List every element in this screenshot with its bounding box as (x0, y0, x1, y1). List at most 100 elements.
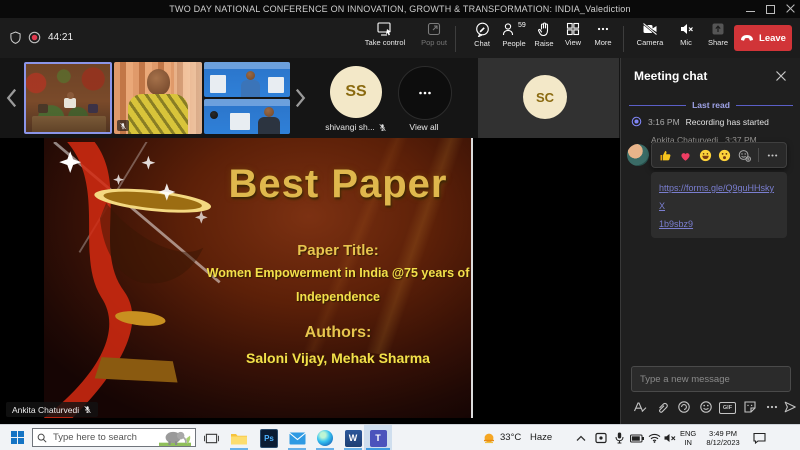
stage-tile-sc[interactable]: SC (478, 58, 619, 138)
message-author-avatar[interactable] (627, 144, 649, 166)
tray-expand-chevron-icon[interactable] (574, 431, 588, 445)
window-titlebar: TWO DAY NATIONAL CONFERENCE ON INNOVATIO… (0, 0, 800, 18)
shared-form-link[interactable]: https://forms.gle/Q9guHHskyX 1b9sbz9 (659, 183, 774, 229)
pop-out-icon (427, 22, 441, 36)
shared-slide: Best Paper Paper Title: Women Empowermen… (44, 138, 473, 418)
mail-icon (289, 432, 306, 445)
mic-off-icon (679, 22, 694, 36)
avatar-initials: SC (536, 90, 554, 105)
window-title: TWO DAY NATIONAL CONFERENCE ON INNOVATIO… (0, 0, 800, 18)
recording-timestamp: 3:16 PM (648, 117, 680, 127)
mic-muted-overlay-icon (117, 120, 129, 131)
meeting-chat-panel: Meeting chat Last read 3:16 PM Recording… (620, 58, 800, 424)
maximize-button[interactable] (764, 4, 778, 14)
share-button[interactable]: Share (698, 22, 738, 56)
add-reaction-icon[interactable] (738, 149, 751, 162)
edge-button[interactable] (316, 429, 334, 447)
meeting-timer: 44:21 (48, 32, 73, 43)
view-grid-icon (566, 22, 580, 36)
paper-title-line1: Women Empowerment in India @75 years of (198, 266, 473, 280)
folder-icon (230, 431, 248, 446)
reaction-hover-bar (651, 142, 787, 168)
video-tile-group-top[interactable] (204, 62, 290, 97)
word-button[interactable]: W (344, 429, 362, 447)
teams-button[interactable]: T (369, 429, 387, 447)
language-indicator[interactable]: ENG IN (680, 429, 696, 447)
avatar-initials: SS (345, 83, 366, 101)
taskbar-search[interactable] (32, 428, 196, 447)
pop-out-button[interactable]: Pop out (414, 22, 454, 56)
mail-button[interactable] (288, 429, 306, 447)
raise-hand-icon (537, 22, 551, 37)
gif-icon[interactable]: GIF (719, 400, 733, 414)
chat-icon (475, 22, 490, 37)
surprised-reaction-icon[interactable] (718, 149, 731, 162)
format-icon[interactable] (633, 400, 647, 414)
close-button[interactable] (784, 4, 798, 14)
video-tile-room[interactable] (24, 62, 112, 134)
weather-widget[interactable] (480, 429, 498, 447)
more-button[interactable]: More (583, 22, 623, 56)
chevron-left-icon[interactable] (4, 86, 18, 110)
people-icon (502, 22, 516, 37)
tray-volume-muted-icon[interactable] (663, 431, 677, 445)
chat-close-icon[interactable] (775, 70, 787, 82)
leave-button[interactable]: Leave (734, 25, 792, 51)
tray-wifi-icon[interactable] (647, 431, 661, 445)
toolbar-divider (623, 26, 624, 52)
paper-title-label: Paper Title: (212, 242, 464, 259)
notification-center-icon[interactable] (752, 431, 766, 445)
take-control-button[interactable]: Take control (358, 22, 412, 56)
ember-particles (44, 138, 46, 140)
teams-meeting-window: { "window": { "title": "TWO DAY NATIONAL… (0, 0, 800, 450)
message-composer (631, 366, 791, 392)
video-tile-speaker[interactable] (114, 62, 202, 134)
composer-more-icon[interactable] (765, 400, 779, 414)
task-view-button[interactable] (202, 429, 220, 447)
photoshop-button[interactable]: Ps (260, 429, 278, 447)
overflow-dots-icon (417, 85, 433, 101)
taskbar-clock[interactable]: 3:49 PM 8/12/2023 (700, 429, 746, 447)
video-strip: SS shivangi sh... View all SC (0, 58, 620, 138)
file-explorer-button[interactable] (230, 429, 248, 447)
participant-avatar-ss[interactable]: SS (330, 66, 382, 118)
participant-avatar-sc: SC (523, 75, 567, 119)
windows-logo-icon (11, 431, 24, 444)
tray-app-window-icon[interactable] (594, 431, 608, 445)
recording-message: Recording has started (686, 117, 769, 127)
weather-temperature[interactable]: 33°C (500, 432, 521, 443)
meeting-toolbar: 44:21 Take control Pop out Chat 59 Peopl… (0, 18, 800, 59)
more-dots-icon (596, 22, 610, 36)
thumbs-up-reaction-icon[interactable] (659, 149, 672, 162)
camera-button[interactable]: Camera (630, 22, 670, 56)
share-icon (711, 22, 725, 36)
authors-names: Saloni Vijay, Mehak Sharma (212, 350, 464, 366)
start-button[interactable] (4, 425, 30, 450)
chevron-right-icon[interactable] (294, 86, 308, 110)
last-read-divider: Last read (629, 100, 793, 110)
minimize-button[interactable] (744, 4, 758, 14)
video-tile-group-bottom[interactable] (204, 99, 290, 134)
weather-condition[interactable]: Haze (530, 432, 552, 443)
loop-component-icon[interactable] (677, 400, 691, 414)
message-more-options-icon[interactable] (766, 149, 779, 162)
heart-reaction-icon[interactable] (679, 149, 692, 162)
chat-panel-title: Meeting chat (634, 69, 707, 83)
sticker-icon[interactable] (743, 400, 757, 414)
tray-mic-icon[interactable] (612, 431, 626, 445)
recording-started-notice: 3:16 PM Recording has started (631, 116, 769, 127)
attach-icon[interactable] (655, 400, 669, 414)
windows-taskbar: Ps W T 33°C Haze (0, 424, 800, 450)
presentation-stage: Best Paper Paper Title: Women Empowermen… (0, 138, 620, 424)
view-all-button[interactable] (398, 66, 452, 120)
search-input[interactable] (51, 431, 155, 444)
message-input[interactable] (631, 366, 791, 392)
chat-message-bubble: https://forms.gle/Q9guHHskyX 1b9sbz9 (651, 172, 787, 238)
presenter-name-tag: Ankita Chaturvedi (6, 402, 98, 417)
tray-battery-icon[interactable] (630, 431, 644, 445)
send-icon[interactable] (783, 400, 797, 414)
emoji-icon[interactable] (699, 400, 713, 414)
weather-sun-icon (482, 431, 496, 445)
laugh-reaction-icon[interactable] (699, 149, 712, 162)
recording-dot-icon (631, 116, 642, 127)
